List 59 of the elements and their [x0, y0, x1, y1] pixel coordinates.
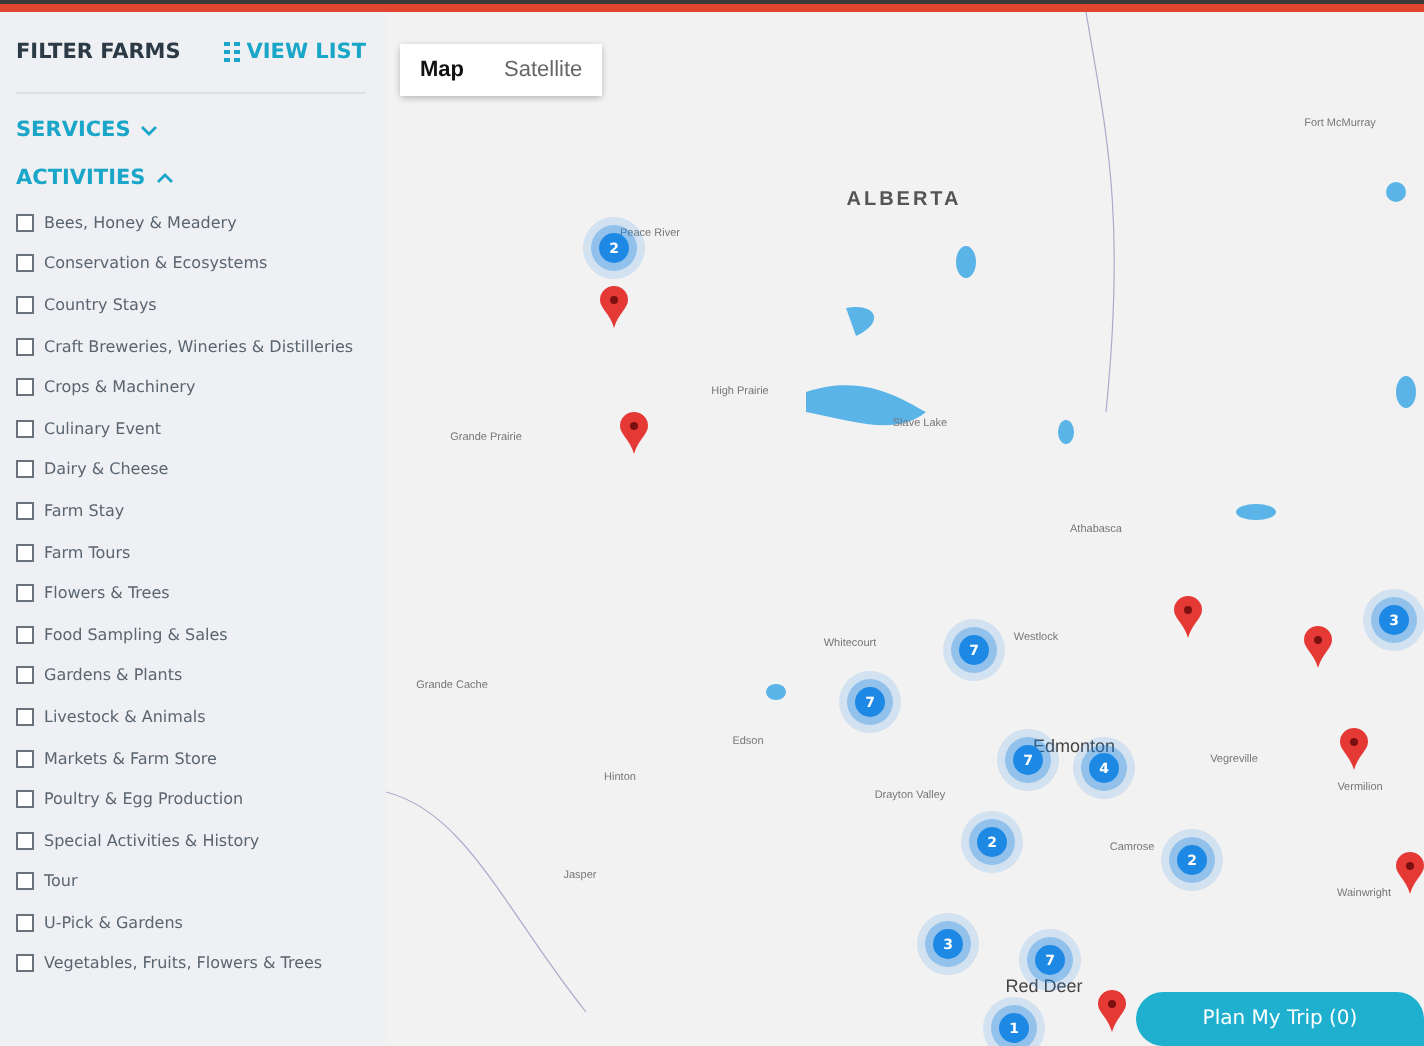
lake — [1058, 420, 1074, 444]
checkbox[interactable] — [16, 790, 34, 809]
checkbox[interactable] — [16, 954, 34, 973]
map-pin-icon[interactable] — [1340, 728, 1368, 772]
checkbox[interactable] — [16, 913, 34, 932]
checkbox[interactable] — [16, 378, 34, 397]
checkbox[interactable] — [16, 337, 34, 356]
checkbox[interactable] — [16, 625, 34, 644]
checkbox-label[interactable]: Culinary Event — [44, 419, 162, 438]
checkbox-label[interactable]: Special Activities & History — [44, 831, 260, 850]
checkbox-label[interactable]: Crops & Machinery — [44, 378, 196, 397]
checkbox-label[interactable]: Flowers & Trees — [44, 584, 170, 603]
checkbox-label[interactable]: Bees, Honey & Meadery — [44, 213, 237, 232]
lake — [1236, 504, 1276, 520]
map-pin-icon[interactable] — [1098, 990, 1126, 1034]
checkbox-label[interactable]: U-Pick & Gardens — [44, 913, 183, 932]
checkbox[interactable] — [16, 295, 34, 314]
checkbox[interactable] — [16, 254, 34, 273]
checkbox-label[interactable]: Farm Tours — [44, 543, 131, 562]
checkbox[interactable] — [16, 460, 34, 479]
map-pin-icon[interactable] — [620, 412, 648, 456]
checkbox-label[interactable]: Markets & Farm Store — [44, 749, 217, 768]
map-pin-icon[interactable] — [600, 286, 628, 330]
map-type-tab[interactable]: Map — [400, 44, 484, 96]
lake — [956, 246, 976, 278]
lake — [1396, 376, 1416, 408]
checkbox[interactable] — [16, 872, 34, 891]
checkbox-label[interactable]: Tour — [44, 872, 78, 891]
checkbox-label[interactable]: Poultry & Egg Production — [44, 790, 244, 809]
checkbox[interactable] — [16, 543, 34, 562]
checkbox-label[interactable]: Dairy & Cheese — [44, 460, 169, 479]
checkbox-label[interactable]: Food Sampling & Sales — [44, 625, 228, 644]
map-pin-icon[interactable] — [1396, 852, 1424, 896]
checkbox[interactable] — [16, 666, 34, 685]
checkbox-label[interactable]: Gardens & Plants — [44, 666, 183, 685]
filter-title: FILTER FARMS — [16, 40, 181, 64]
checkbox[interactable] — [16, 213, 34, 232]
checkbox[interactable] — [16, 419, 34, 438]
checkbox[interactable] — [16, 707, 34, 726]
lake — [766, 684, 786, 700]
checkbox-label[interactable]: Farm Stay — [44, 501, 125, 520]
map-pin-icon[interactable] — [1174, 596, 1202, 640]
checkbox-label[interactable]: Conservation & Ecosystems — [44, 254, 268, 273]
map-type-tab[interactable]: Satellite — [484, 44, 603, 96]
checkbox[interactable] — [16, 831, 34, 850]
lake — [846, 307, 875, 336]
checkbox-label[interactable]: Craft Breweries, Wineries & Distilleries — [44, 337, 354, 356]
place-label: ALBERTA — [846, 189, 962, 211]
map-pin-icon[interactable] — [1304, 626, 1332, 670]
checkbox[interactable] — [16, 749, 34, 768]
checkbox-label[interactable]: Livestock & Animals — [44, 707, 206, 726]
checkbox[interactable] — [16, 584, 34, 603]
checkbox-label[interactable]: Country Stays — [44, 295, 157, 314]
lake — [1386, 182, 1406, 202]
lake — [806, 385, 926, 426]
place-label: Red Deer — [1005, 976, 1083, 996]
checkbox[interactable] — [16, 501, 34, 520]
checkbox-label[interactable]: Vegetables, Fruits, Flowers & Trees — [44, 954, 323, 973]
grid-icon — [224, 42, 241, 62]
